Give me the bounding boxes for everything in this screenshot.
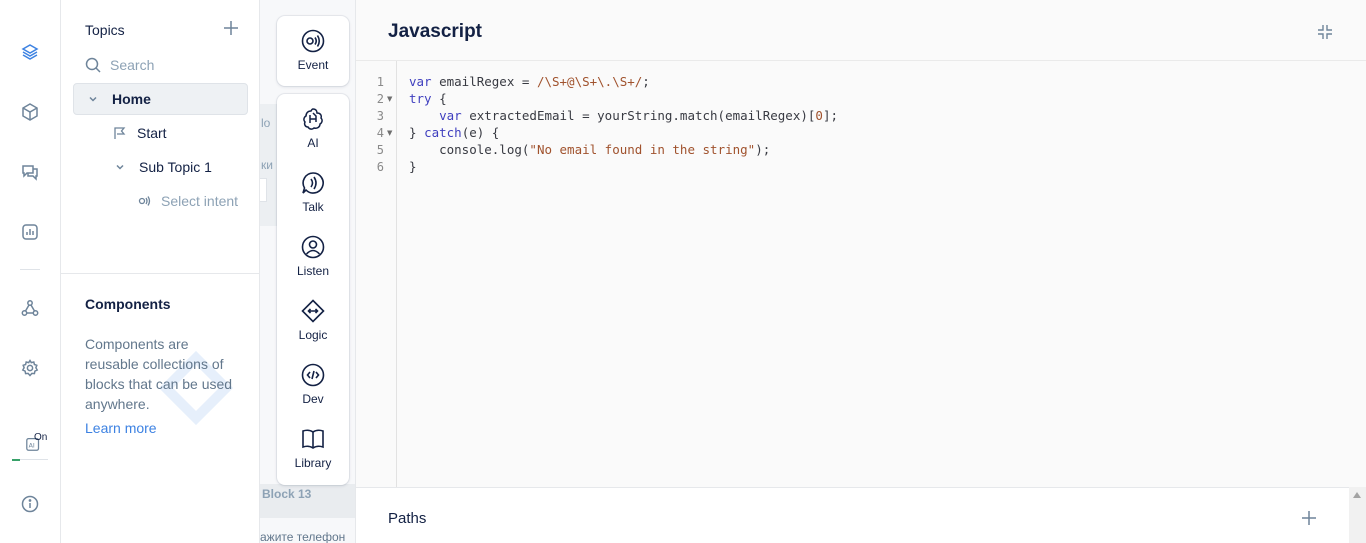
tool-label: Listen — [296, 263, 330, 278]
components-title: Components — [85, 296, 171, 312]
components-description: Components are reusable collections of b… — [85, 336, 233, 412]
topics-search[interactable]: Search — [85, 56, 235, 74]
gear-icon[interactable] — [19, 357, 41, 379]
code-line[interactable]: } — [409, 159, 417, 174]
layers-icon[interactable] — [19, 41, 41, 63]
fold-arrow-icon[interactable]: ▼ — [387, 95, 392, 103]
info-icon[interactable] — [19, 493, 41, 515]
intent-icon — [138, 196, 151, 206]
line-number: 4 — [376, 126, 384, 140]
rail-divider — [20, 269, 40, 270]
library-tool[interactable]: Library — [277, 420, 349, 476]
canvas-fragment: ки — [261, 158, 273, 172]
cube-icon[interactable] — [19, 101, 41, 123]
line-number: 6 — [376, 160, 384, 174]
search-placeholder: Search — [110, 57, 155, 73]
code-line[interactable]: try { — [409, 91, 447, 106]
code-line[interactable]: console.log("No email found in the strin… — [409, 142, 770, 157]
add-topic-icon[interactable] — [223, 20, 239, 36]
chevron-down-icon[interactable] — [115, 162, 125, 172]
tool-label: Logic — [298, 327, 328, 342]
conversations-icon[interactable] — [19, 161, 41, 183]
ai-toggle-icon[interactable]: AI On — [20, 432, 48, 455]
flag-icon — [114, 127, 126, 139]
scrollbar[interactable] — [1349, 487, 1366, 543]
scroll-up-arrow-icon[interactable] — [1353, 492, 1361, 498]
analytics-icon[interactable] — [19, 221, 41, 243]
tool-label: Talk — [302, 199, 324, 214]
code-line[interactable]: } catch(e) { — [409, 125, 499, 140]
editor-divider — [356, 60, 1366, 61]
ai-status-track — [20, 459, 48, 460]
components-divider — [61, 273, 260, 274]
canvas-input-fragment — [260, 178, 267, 202]
topic-label: Home — [112, 91, 151, 107]
collapse-icon[interactable] — [1317, 24, 1333, 40]
line-number: 2 — [376, 92, 384, 106]
line-number: 5 — [376, 143, 384, 157]
ai-status-indicator — [12, 459, 20, 461]
event-tool[interactable]: Event — [277, 22, 349, 78]
code-editor-panel: Javascript 1 2 ▼ 3 4 ▼ 5 6 var emailRege… — [356, 0, 1366, 487]
integrations-icon[interactable] — [19, 297, 41, 319]
event-icon — [301, 29, 325, 52]
learn-more-link[interactable]: Learn more — [85, 420, 157, 436]
line-number: 1 — [376, 75, 384, 89]
tool-label: Library — [294, 455, 332, 470]
topic-label: Start — [137, 125, 167, 141]
search-icon — [85, 57, 101, 73]
code-line[interactable]: var extractedEmail = yourString.match(em… — [409, 108, 838, 123]
ai-tool[interactable]: AI — [277, 100, 349, 156]
ai-icon — [303, 107, 323, 130]
dev-tool[interactable]: Dev — [277, 356, 349, 412]
talk-tool[interactable]: Talk — [277, 164, 349, 220]
fold-arrow-icon[interactable]: ▼ — [387, 129, 392, 137]
step-tool-group: AI Talk Listen Logic Dev Library — [277, 94, 349, 485]
topic-label: Sub Topic 1 — [139, 159, 212, 175]
topic-item-sub-topic-1[interactable]: Sub Topic 1 — [115, 156, 212, 178]
tool-label: Event — [297, 57, 329, 72]
tool-label: AI — [307, 135, 319, 150]
chevron-down-icon[interactable] — [88, 94, 98, 104]
canvas-block-text: ажите телефон — [260, 530, 346, 543]
code-icon — [301, 363, 325, 386]
ai-on-badge: On — [34, 432, 48, 443]
talk-icon — [302, 171, 324, 194]
topic-item-start[interactable]: Start — [113, 122, 167, 144]
add-path-icon[interactable] — [1301, 510, 1317, 526]
logic-tool[interactable]: Logic — [277, 292, 349, 348]
paths-title: Paths — [388, 510, 427, 527]
topic-label: Select intent — [161, 193, 239, 209]
topic-item-select-intent[interactable]: Select intent — [137, 190, 238, 212]
line-number: 3 — [376, 109, 384, 123]
editor-title: Javascript — [388, 21, 483, 42]
code-line[interactable]: var emailRegex = /\S+@\S+\.\S+/; — [409, 74, 650, 89]
listen-icon — [301, 235, 325, 258]
canvas-fragment: lo — [261, 116, 271, 130]
event-tool-group: Event — [277, 16, 349, 86]
logic-icon — [301, 298, 325, 323]
book-icon — [302, 429, 324, 449]
listen-tool[interactable]: Listen — [277, 228, 349, 284]
topics-title: Topics — [85, 22, 125, 38]
topic-item-home[interactable]: Home — [73, 83, 248, 115]
left-nav-rail: AI On — [0, 0, 61, 543]
topics-panel: Topics Search Home Start Sub Topic 1 Sel… — [61, 0, 260, 543]
paths-section: Paths — [356, 487, 1349, 543]
tool-label: Dev — [302, 391, 324, 406]
svg-text:AI: AI — [29, 443, 35, 450]
block-label[interactable]: Block 13 — [262, 487, 311, 501]
line-number-gutter: 1 2 ▼ 3 4 ▼ 5 6 — [356, 61, 397, 487]
